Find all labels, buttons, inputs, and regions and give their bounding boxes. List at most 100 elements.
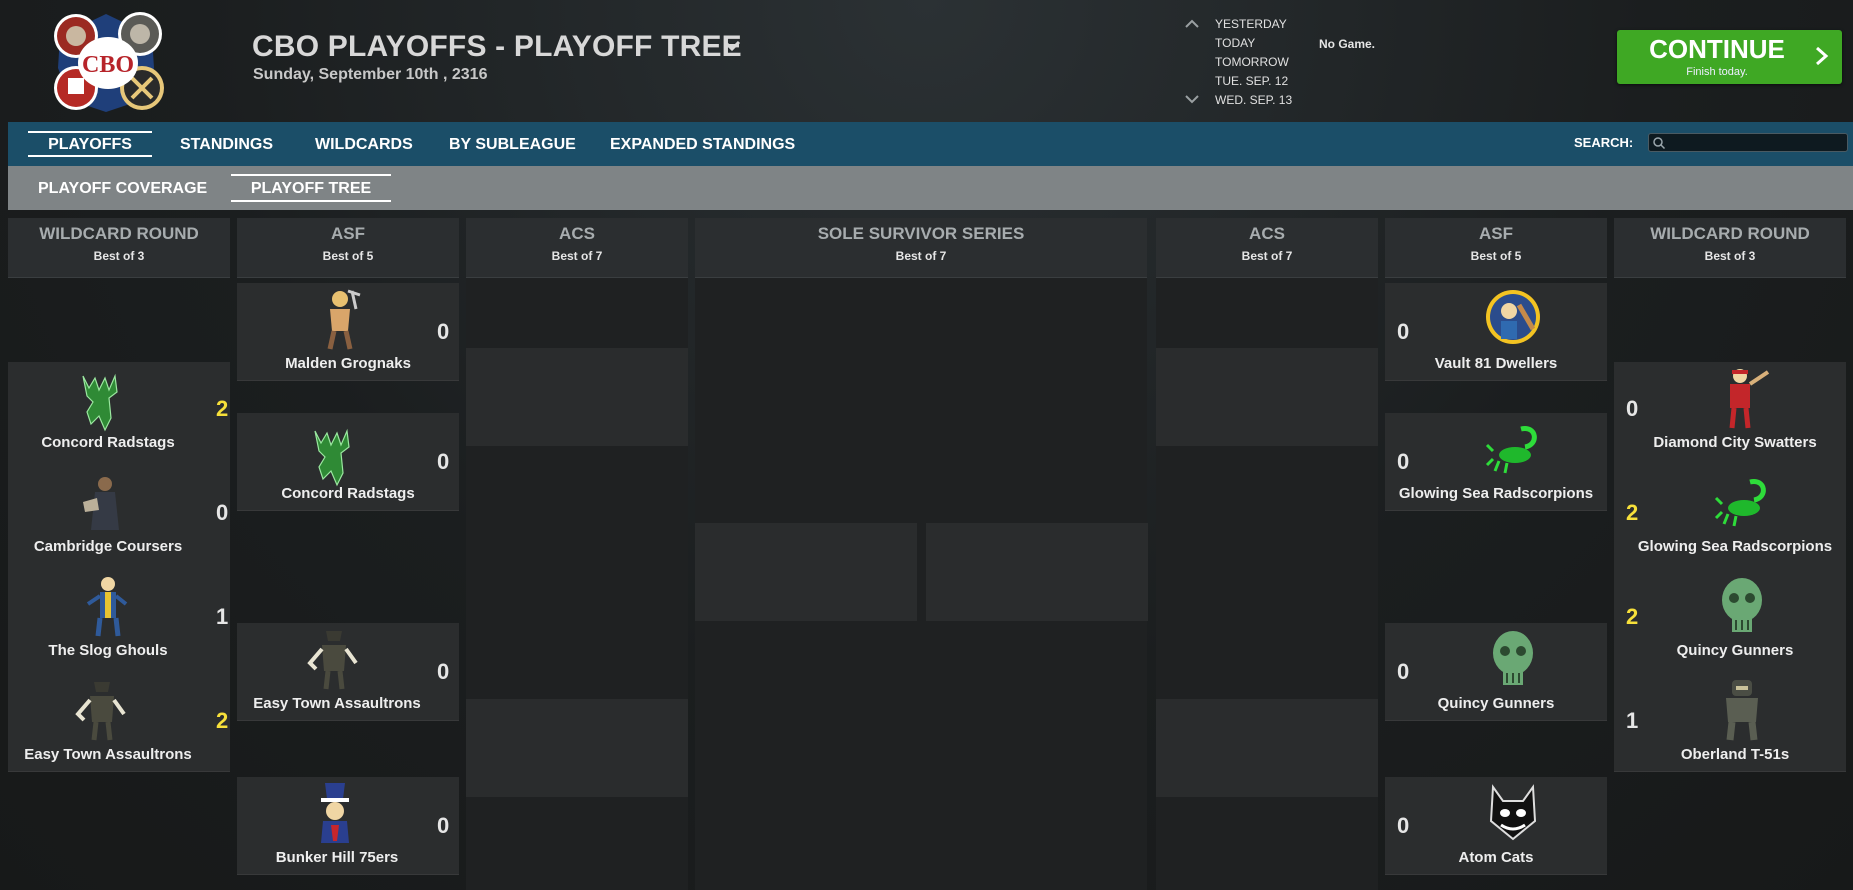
tab-by-subleague[interactable]: BY SUBLEAGUE xyxy=(449,122,576,166)
team-name: Glowing Sea Radscorpions xyxy=(1637,538,1833,555)
column-header: ACS Best of 7 xyxy=(1156,218,1378,278)
series-score: 0 xyxy=(437,319,450,344)
empty-match-slot xyxy=(466,699,688,797)
power-armor-icon xyxy=(1714,678,1770,744)
team-name: Glowing Sea Radscorpions xyxy=(1398,485,1594,502)
team-entry[interactable]: Glowing Sea Radscorpions 0 xyxy=(1385,413,1607,511)
team-entry[interactable]: Quincy Gunners 0 xyxy=(1385,623,1607,721)
uncle-sam-icon xyxy=(307,781,363,847)
day-today[interactable]: TODAY xyxy=(1215,36,1255,50)
round-name: ASF xyxy=(331,224,365,243)
column-header: ASF Best of 5 xyxy=(237,218,459,278)
team-entry[interactable]: Concord Radstags 0 xyxy=(237,413,459,511)
series-score: 2 xyxy=(1626,604,1639,629)
best-of: Best of 3 xyxy=(93,249,145,263)
team-name: Malden Grognaks xyxy=(285,355,411,372)
team-entry[interactable]: Cambridge Coursers 0 xyxy=(8,462,230,558)
league-logo: CBO xyxy=(44,8,174,116)
series-score: 0 xyxy=(1397,449,1410,474)
team-entry[interactable]: Easy Town Assaultrons 0 xyxy=(237,623,459,721)
logo-text: CBO xyxy=(82,52,134,78)
continue-button[interactable]: CONTINUE Finish today. xyxy=(1617,30,1842,84)
team-name: Diamond City Swatters xyxy=(1653,434,1817,451)
skull-icon xyxy=(1485,627,1541,693)
tab-standings[interactable]: STANDINGS xyxy=(180,122,273,166)
scorpion-icon xyxy=(1714,472,1770,538)
best-of: Best of 7 xyxy=(895,249,947,263)
best-of: Best of 7 xyxy=(551,249,603,263)
assaultron-icon xyxy=(306,627,362,693)
team-entry[interactable]: Bunker Hill 75ers 0 xyxy=(237,777,459,875)
moose-icon xyxy=(73,368,129,434)
series-score: 2 xyxy=(216,396,229,421)
team-entry[interactable]: The Slog Ghouls 1 xyxy=(8,566,230,662)
team-entry[interactable]: Oberland T-51s 1 xyxy=(1614,670,1846,766)
team-entry[interactable]: Easy Town Assaultrons 2 xyxy=(8,670,230,766)
search-input[interactable] xyxy=(1648,133,1848,152)
chevron-down-icon[interactable] xyxy=(722,36,742,56)
moose-icon xyxy=(305,423,361,489)
empty-match-slot xyxy=(695,523,917,621)
continue-label: CONTINUE xyxy=(1649,34,1785,64)
team-entry[interactable]: Atom Cats 0 xyxy=(1385,777,1607,875)
series-score: 0 xyxy=(1397,319,1410,344)
search-icon xyxy=(1652,136,1666,150)
round-name: ACS xyxy=(559,224,595,243)
team-entry[interactable]: Glowing Sea Radscorpions 2 xyxy=(1614,462,1846,558)
team-entry[interactable]: Malden Grognaks 0 xyxy=(237,283,459,381)
day-yesterday[interactable]: YESTERDAY xyxy=(1215,17,1287,31)
day-tue-sep-12[interactable]: TUE. SEP. 12 xyxy=(1215,74,1288,88)
team-name: Easy Town Assaultrons xyxy=(24,746,192,763)
tab-wildcards[interactable]: WILDCARDS xyxy=(315,122,413,166)
chevron-up-icon[interactable] xyxy=(1184,17,1200,29)
series-score: 0 xyxy=(1397,813,1410,838)
series-score: 0 xyxy=(437,813,450,838)
courser-icon xyxy=(77,472,133,538)
cat-icon xyxy=(1485,781,1541,847)
team-name: Cambridge Coursers xyxy=(33,538,183,555)
round-name: WILDCARD ROUND xyxy=(1650,224,1810,243)
chevron-right-icon xyxy=(1816,46,1829,66)
day-wed-sep-13[interactable]: WED. SEP. 13 xyxy=(1215,93,1292,107)
series-score: 1 xyxy=(216,604,229,629)
column-header: WILDCARD ROUND Best of 3 xyxy=(8,218,230,278)
page-title: CBO PLAYOFFS - PLAYOFF TREE xyxy=(252,30,742,63)
team-entry[interactable]: Vault 81 Dwellers 0 xyxy=(1385,283,1607,381)
round-name: ACS xyxy=(1249,224,1285,243)
series-score: 0 xyxy=(437,659,450,684)
team-entry[interactable]: Diamond City Swatters 0 xyxy=(1614,366,1846,462)
round-name: SOLE SURVIVOR SERIES xyxy=(817,224,1025,243)
team-entry[interactable]: Concord Radstags 2 xyxy=(8,366,230,462)
chevron-down-icon[interactable] xyxy=(1184,92,1200,104)
team-name: Atom Cats xyxy=(1458,849,1534,866)
series-score: 0 xyxy=(437,449,450,474)
tab-playoff-tree[interactable]: PLAYOFF TREE xyxy=(231,174,391,202)
team-name: Concord Radstags xyxy=(41,434,175,451)
column-header: ASF Best of 5 xyxy=(1385,218,1607,278)
team-name: Quincy Gunners xyxy=(1437,695,1555,712)
empty-match-slot xyxy=(466,348,688,446)
team-entry[interactable]: Quincy Gunners 2 xyxy=(1614,566,1846,662)
search-label: SEARCH: xyxy=(1574,135,1634,150)
best-of: Best of 5 xyxy=(1470,249,1522,263)
team-name: Concord Radstags xyxy=(281,485,415,502)
continue-sublabel: Finish today. xyxy=(1686,66,1748,78)
series-score: 1 xyxy=(1626,708,1639,733)
tab-expanded-standings[interactable]: EXPANDED STANDINGS xyxy=(610,122,795,166)
series-score: 0 xyxy=(216,500,229,525)
assaultron-icon xyxy=(74,678,130,744)
vault-boy-icon xyxy=(80,574,136,640)
empty-match-slot xyxy=(1156,699,1378,797)
best-of: Best of 5 xyxy=(322,249,374,263)
series-score: 2 xyxy=(216,708,229,733)
empty-match-slot xyxy=(1156,348,1378,446)
day-tomorrow[interactable]: TOMORROW xyxy=(1215,55,1289,69)
tab-playoff-coverage[interactable]: PLAYOFF COVERAGE xyxy=(38,166,207,210)
team-name: Easy Town Assaultrons xyxy=(253,695,421,712)
series-score: 0 xyxy=(1626,396,1639,421)
tab-playoffs[interactable]: PLAYOFFS xyxy=(28,131,152,157)
team-name: Oberland T-51s xyxy=(1680,746,1790,763)
series-score: 0 xyxy=(1397,659,1410,684)
secondary-nav: PLAYOFF COVERAGE PLAYOFF TREE xyxy=(8,166,1853,210)
game-status: No Game. xyxy=(1319,37,1376,51)
